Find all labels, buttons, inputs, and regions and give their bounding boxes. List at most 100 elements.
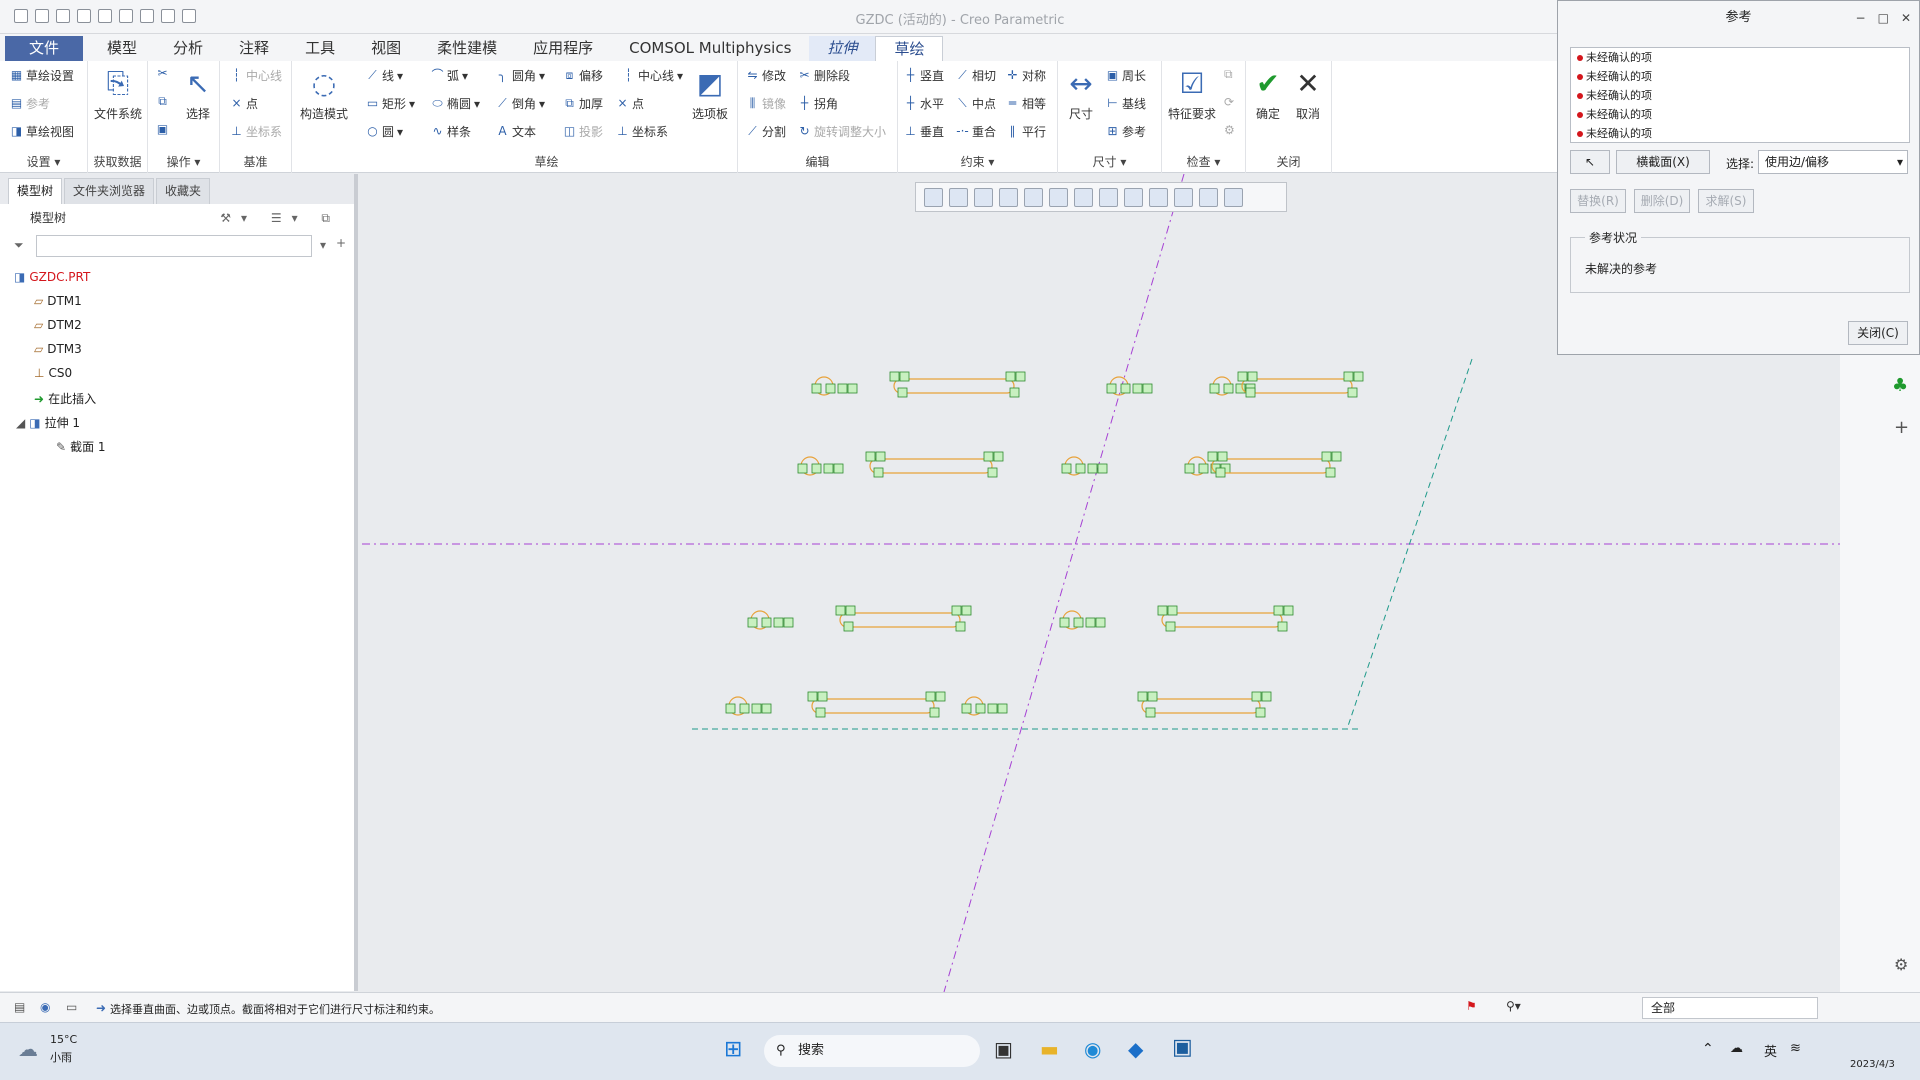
text-button[interactable]: A 文本 [496,123,536,140]
constraint-marker[interactable] [873,467,884,478]
edge-icon[interactable]: ◉ [1084,1037,1101,1061]
constraint-marker[interactable] [825,383,836,394]
constraint-marker[interactable] [1095,617,1106,628]
constraint-marker[interactable] [1087,463,1098,474]
constraint-marker[interactable] [817,691,828,702]
baseline-button[interactable]: ⊢ 基线 [1106,95,1146,112]
sketch-view-icon[interactable] [1174,188,1193,207]
constraint-marker[interactable] [1147,691,1158,702]
rotate-resize-button[interactable]: ↻ 旋转调整大小 [798,123,886,140]
shade-icon[interactable]: ⚙ [1224,123,1235,137]
constraint-marker[interactable] [1165,621,1176,632]
corner-button[interactable]: ┼ 拐角 [798,95,838,112]
constraint-marker[interactable] [833,463,844,474]
constraint-marker[interactable] [1015,371,1026,382]
group-dimension-label[interactable]: 尺寸 ▾ [1058,153,1161,170]
weather-cloud-icon[interactable]: ☁ [18,1037,38,1061]
constraint-marker[interactable] [983,451,994,462]
minimize-icon[interactable]: − [1856,1,1866,35]
list-item[interactable]: 未经确认的项 [1571,48,1909,67]
constraint-marker[interactable] [1142,383,1153,394]
browser-toggle-icon[interactable]: ◉ [40,1000,50,1014]
tab-folder-browser[interactable]: 文件夹浏览器 [64,178,155,204]
copy-button[interactable]: ⧉ [156,95,169,108]
constraint-marker[interactable] [1167,605,1178,616]
tab-view[interactable]: 视图 [353,36,419,61]
coincident-button[interactable]: -·- 重合 [956,123,996,140]
tab-tools[interactable]: 工具 [287,36,353,61]
datum-display-icon[interactable] [1099,188,1118,207]
constraint-marker[interactable] [797,463,808,474]
sketch-csys-button[interactable]: ⊥ 坐标系 [616,123,668,140]
start-windows-icon[interactable]: ⊞ [724,1037,742,1062]
find-icon[interactable]: ⚲▾ [1506,999,1521,1013]
list-item[interactable]: 未经确认的项 [1571,67,1909,86]
constraint-marker[interactable] [961,605,972,616]
constraint-marker[interactable] [925,691,936,702]
thicken-button[interactable]: ⧉ 加厚 [563,95,603,112]
constraint-marker[interactable] [1207,451,1218,462]
ime-indicator[interactable]: 英 [1764,1041,1777,1060]
group-setup-label[interactable]: 设置 ▾ [0,153,87,170]
sketch-view-button[interactable]: ◨ 草绘视图 [10,123,74,140]
tab-model-tree[interactable]: 模型树 [8,178,63,204]
dialog-close-button[interactable]: 关闭(C) [1848,321,1908,345]
fullscreen-icon[interactable]: ▭ [66,1000,77,1014]
constraint-marker[interactable] [1215,467,1226,478]
constraint-marker[interactable] [1209,383,1220,394]
constraint-marker[interactable] [1059,617,1070,628]
tree-item-dtm1[interactable]: ▱ DTM1 [34,294,82,308]
constraint-marker[interactable] [1106,383,1117,394]
constraint-marker[interactable] [997,703,1008,714]
tree-item-insert-here[interactable]: ➜ 在此插入 [34,390,96,407]
tree-item-dtm3[interactable]: ▱ DTM3 [34,342,82,356]
constraint-marker[interactable] [773,617,784,628]
taskbar-search[interactable]: ⚲ 搜索 [764,1035,980,1067]
sketch-slot[interactable] [839,612,961,628]
sketcher-display-icon[interactable] [1199,188,1218,207]
vertical-button[interactable]: ┼ 竖直 [904,67,944,84]
perimeter-button[interactable]: ▣ 周长 [1106,67,1146,84]
constraint-marker[interactable] [1223,383,1234,394]
ellipse-button[interactable]: ⬭ 椭圆 ▾ [431,95,480,112]
constraint-marker[interactable] [1247,371,1258,382]
tab-favorites[interactable]: 收藏夹 [156,178,211,204]
tree-search-input[interactable] [36,235,312,257]
sketch-slot[interactable] [811,698,935,714]
display-style-icon[interactable] [1024,188,1043,207]
constraint-marker[interactable] [1120,383,1131,394]
constraint-marker[interactable] [811,383,822,394]
constraint-marker[interactable] [1261,691,1272,702]
constraint-marker[interactable] [815,707,826,718]
group-constrain-label[interactable]: 约束 ▾ [898,153,1057,170]
constraint-marker[interactable] [1283,605,1294,616]
constraint-marker[interactable] [951,605,962,616]
plus-icon[interactable]: + [1894,417,1909,438]
datum-point-button[interactable]: × 点 [230,95,258,112]
rectangle-button[interactable]: ▭ 矩形 ▾ [366,95,415,112]
constraint-marker[interactable] [1245,387,1256,398]
constraint-marker[interactable] [889,371,900,382]
perpendicular-button[interactable]: ⊥ 垂直 [904,123,944,140]
constraint-marker[interactable] [835,605,846,616]
symmetric-button[interactable]: ✛ 对称 [1006,67,1046,84]
sketch-setup-button[interactable]: ▦ 草绘设置 [10,67,74,84]
constraint-marker[interactable] [1331,451,1342,462]
zoom-out-icon[interactable] [974,188,993,207]
sketch-slot[interactable] [1161,612,1283,628]
constraint-marker[interactable] [875,451,886,462]
constraint-marker[interactable] [1347,387,1358,398]
close-icon[interactable]: ✕ [1901,1,1911,35]
mirror-button[interactable]: ⫼ 镜像 [746,95,786,112]
list-item[interactable]: 未经确认的项 [1571,86,1909,105]
constraint-marker[interactable] [1009,387,1020,398]
tree-settings-icon[interactable]: ⚒▾ ☰▾ ⧉ [220,204,340,232]
horizontal-button[interactable]: ┼ 水平 [904,95,944,112]
settings-icon[interactable]: ⚙ [1894,955,1908,974]
constraint-marker[interactable] [1073,617,1084,628]
delete-button[interactable]: 删除(D) [1634,189,1690,213]
add-icon[interactable]: + [336,236,346,250]
tree-item-cs0[interactable]: ⊥ CS0 [34,366,72,380]
sketch-slot[interactable] [869,458,993,474]
palette-button[interactable]: ◩ 选项板 [686,65,734,122]
